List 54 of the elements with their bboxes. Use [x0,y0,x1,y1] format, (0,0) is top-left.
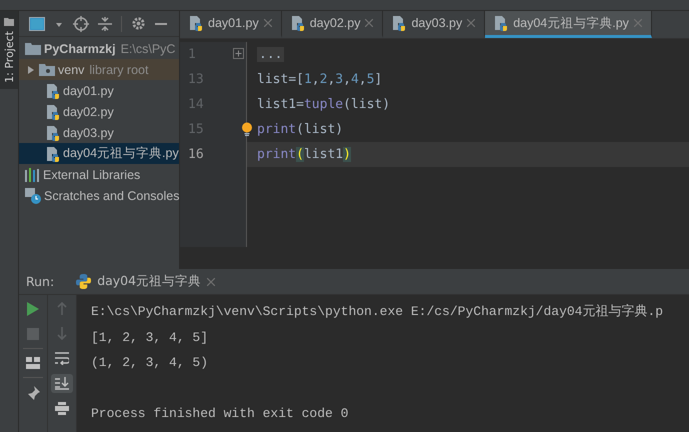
tree-item[interactable]: day04元祖与字典.py [19,143,179,164]
python-file-icon [46,146,60,162]
python-logo-icon [76,274,92,289]
crosshair-icon[interactable] [73,16,89,32]
scroll-to-end-button[interactable] [51,374,73,393]
print-icon[interactable] [55,402,69,415]
python-file-icon [46,124,60,140]
editor-tab[interactable]: day01.py [180,11,282,38]
layout-icon[interactable] [26,357,40,369]
console-output: (1, 2, 3, 4, 5) [91,354,210,372]
window-icon[interactable] [29,16,45,30]
code-line: print(list) [257,122,344,137]
project-side-tab[interactable]: 1: Project [0,11,18,89]
pin-icon[interactable] [26,386,40,400]
python-file-icon [392,15,406,31]
run-icon[interactable] [27,302,39,316]
tree-item[interactable]: venv library root [19,59,179,80]
collapsed-triangle-icon[interactable] [26,64,36,74]
editor-tab[interactable]: day02.py [282,11,384,38]
console-output: [1, 2, 3, 4, 5] [91,328,210,346]
folder-icon [4,17,14,27]
run-label: Run: [25,274,56,289]
python-file-icon [46,82,60,98]
soft-wrap-icon[interactable] [55,352,69,365]
code-line: print(list1) [257,147,351,162]
folder-icon [25,42,41,55]
folder-icon [39,63,55,76]
console-output: E:\cs\PyCharmzkj\venv\Scripts\python.exe E:/cs/PyCharmzkj/day04元祖与字典.p [91,303,664,321]
bar-chart-icon [25,168,40,182]
tree-item[interactable]: day01.py [19,80,179,101]
console-output: Process finished with exit code 0 [91,405,350,423]
minimize-icon[interactable] [155,22,167,26]
lightbulb-icon[interactable] [241,122,253,136]
console-clock-icon [25,188,41,204]
line-number: 16 [187,146,205,164]
tree-item[interactable]: Scratches and Consoles [19,185,179,206]
editor-tab[interactable]: day04元祖与字典.py [485,11,652,38]
close-icon[interactable] [365,19,374,27]
tree-item[interactable]: External Libraries [19,164,179,185]
tree-item[interactable]: PyCharmzkj E:\cs\PyC [19,38,179,59]
python-file-icon [290,15,305,31]
python-file-icon [46,104,60,120]
close-icon[interactable] [467,19,476,27]
code-line: list1=tuple(list) [257,97,390,112]
python-file-icon [189,15,203,31]
close-icon[interactable] [207,278,216,286]
expand-fold-icon[interactable] [232,48,244,59]
close-icon[interactable] [264,19,272,27]
code-line: list=[1,2,3,4,5] [257,72,382,87]
collapse-all-icon[interactable] [98,16,112,30]
settings-icon[interactable] [131,16,146,31]
python-file-icon [494,15,508,31]
tree-item[interactable]: day02.py [19,101,179,122]
tree-item[interactable]: day03.py [19,122,179,143]
